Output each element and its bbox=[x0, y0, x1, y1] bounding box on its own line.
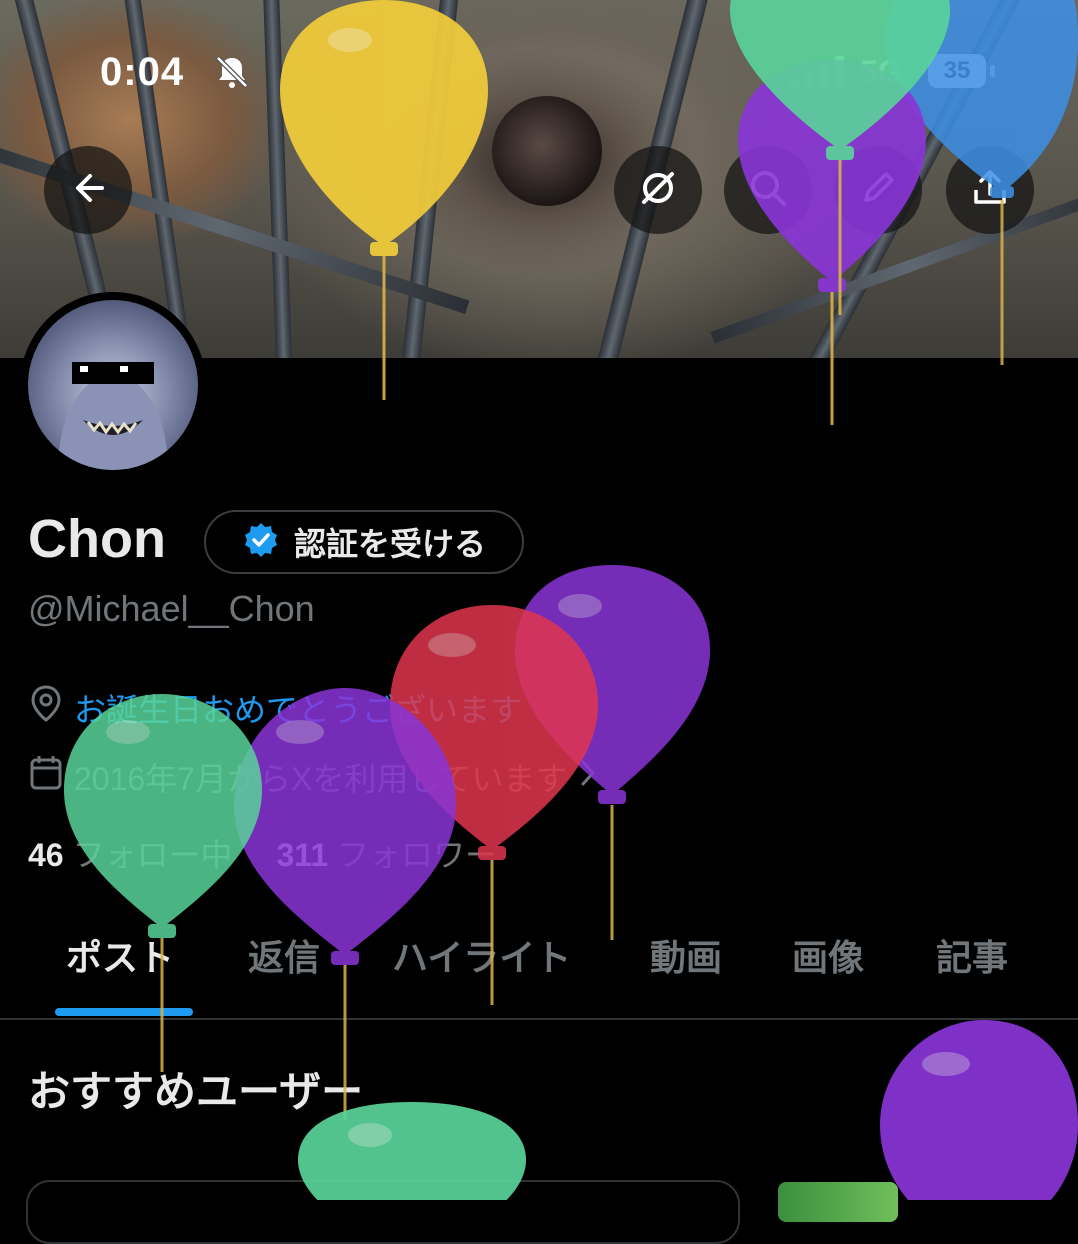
bell-muted-icon bbox=[212, 52, 252, 97]
status-bar: 0:04 5G 35 bbox=[0, 40, 1078, 104]
tab-replies[interactable]: 返信 bbox=[248, 930, 320, 1018]
battery-indicator: 35 bbox=[928, 54, 986, 88]
balloon-purple bbox=[515, 565, 710, 940]
tab-videos[interactable]: 動画 bbox=[650, 930, 722, 1018]
network-type: 5G bbox=[860, 54, 903, 90]
tabs-divider bbox=[0, 1018, 1078, 1020]
followers-label: フォロワー bbox=[337, 837, 498, 873]
avatar-image bbox=[28, 300, 198, 470]
share-icon bbox=[968, 166, 1012, 215]
get-verified-button[interactable]: 認証を受ける bbox=[204, 510, 524, 574]
grok-icon bbox=[636, 166, 680, 215]
followers-count: 311 bbox=[276, 837, 329, 873]
profile-banner: 0:04 5G 35 bbox=[0, 0, 1078, 358]
chevron-right-icon bbox=[577, 758, 599, 796]
recommended-users-title: おすすめユーザー bbox=[28, 1068, 364, 1115]
edit-button[interactable] bbox=[834, 146, 922, 234]
balloon-purple bbox=[880, 1020, 1078, 1200]
birthday-text: お誕生日おめでとうございます bbox=[74, 692, 523, 728]
get-verified-label: 認証を受ける bbox=[293, 526, 486, 562]
calendar-icon bbox=[28, 754, 64, 800]
display-name: Chon bbox=[28, 509, 166, 569]
status-time: 0:04 bbox=[100, 50, 185, 94]
pencil-icon bbox=[856, 166, 900, 215]
profile-avatar[interactable] bbox=[20, 292, 206, 478]
grok-button[interactable] bbox=[614, 146, 702, 234]
following-label: フォロー中 bbox=[72, 837, 233, 873]
animal-nose bbox=[492, 96, 602, 206]
profile-tabs: ポスト 返信 ハイライト 動画 画像 記事 bbox=[0, 930, 1078, 1018]
location-pin-icon bbox=[28, 684, 64, 732]
battery-tip bbox=[990, 65, 995, 77]
tab-posts[interactable]: ポスト bbox=[66, 930, 174, 1018]
user-handle: @Michael__Chon bbox=[28, 588, 315, 629]
balloon-purple bbox=[234, 688, 456, 1120]
followers-link[interactable]: 311 フォロワー bbox=[277, 830, 498, 876]
follow-stats: 46 フォロー中 311 フォロワー bbox=[28, 830, 497, 876]
recommended-card-thumbnail bbox=[778, 1182, 898, 1222]
tab-images[interactable]: 画像 bbox=[792, 930, 864, 1018]
tab-highlights[interactable]: ハイライト bbox=[392, 930, 571, 1018]
search-icon bbox=[746, 166, 790, 215]
active-tab-indicator bbox=[55, 1008, 193, 1016]
joined-date-text: 2016年7月からXを利用しています bbox=[74, 761, 568, 797]
back-button[interactable] bbox=[44, 146, 132, 234]
following-count: 46 bbox=[28, 837, 64, 873]
joined-row[interactable]: 2016年7月からXを利用しています bbox=[28, 754, 599, 800]
share-button[interactable] bbox=[946, 146, 1034, 234]
following-link[interactable]: 46 フォロー中 bbox=[28, 830, 233, 876]
signal-icon bbox=[790, 56, 846, 95]
tab-articles[interactable]: 記事 bbox=[936, 930, 1008, 1018]
birthday-row: お誕生日おめでとうございます bbox=[28, 684, 522, 732]
verified-badge-icon bbox=[242, 521, 280, 564]
search-button[interactable] bbox=[724, 146, 812, 234]
recommended-user-card[interactable] bbox=[26, 1180, 740, 1244]
back-arrow-icon bbox=[68, 168, 108, 213]
